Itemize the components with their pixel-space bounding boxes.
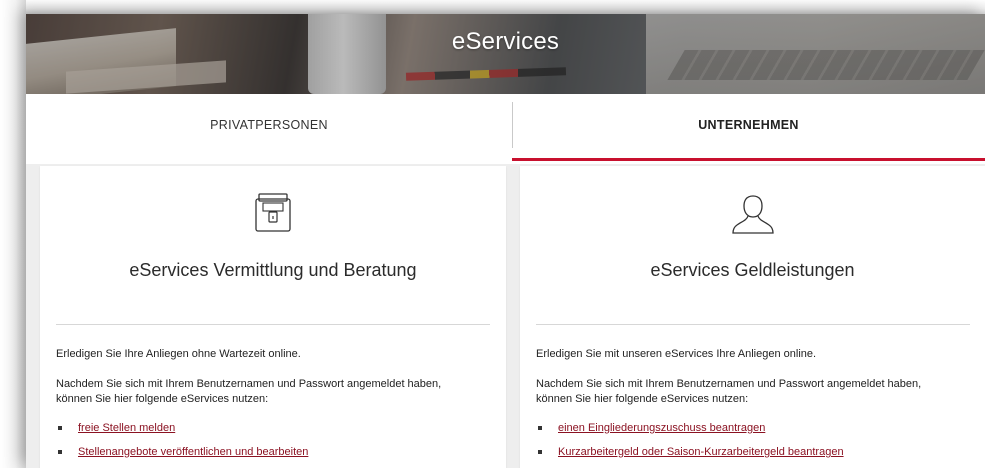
- link-stellenangebote-veroeffentlichen[interactable]: Stellenangebote veröffentlichen und bear…: [78, 446, 308, 458]
- list-item: freie Stellen melden: [56, 421, 308, 445]
- active-tab-indicator: [512, 158, 985, 161]
- screenshot-shadow-top: [0, 0, 985, 14]
- card-icon-container: [40, 192, 506, 240]
- bullet-icon: [538, 450, 542, 454]
- card-intro-text: Erledigen Sie Ihre Anliegen ohne Warteze…: [56, 348, 301, 360]
- page-title: eServices: [451, 28, 560, 55]
- bullet-icon: [58, 450, 62, 454]
- card-description-text: Nachdem Sie sich mit Ihrem Benutzernamen…: [536, 378, 922, 405]
- list-item: einen Eingliederungszuschuss beantragen: [536, 421, 844, 445]
- card-title: eServices Geldleistungen: [650, 260, 855, 280]
- card-divider: [536, 324, 970, 325]
- card-intro-text: Erledigen Sie mit unseren eServices Ihre…: [536, 348, 817, 360]
- user-icon: [731, 195, 774, 234]
- service-link-list: einen Eingliederungszuschuss beantragen …: [536, 421, 844, 468]
- card-description-text: Nachdem Sie sich mit Ihrem Benutzernamen…: [56, 378, 442, 405]
- service-card-geldleistungen: eServices Geldleistungen Erledigen Sie m…: [520, 166, 985, 468]
- bullet-icon: [538, 426, 542, 430]
- page-frame: eServices PRIVATPERSONEN UNTERNEHMEN eSe…: [26, 14, 985, 468]
- link-freie-stellen-melden[interactable]: freie Stellen melden: [78, 422, 175, 434]
- bullet-icon: [58, 426, 62, 430]
- card-title: eServices Vermittlung und Beratung: [129, 260, 417, 280]
- hero-banner: eServices: [26, 14, 985, 94]
- link-eingliederungszuschuss-beantragen[interactable]: einen Eingliederungszuschuss beantragen: [558, 422, 765, 434]
- briefcase-icon: [255, 193, 291, 232]
- service-card-vermittlung: eServices Vermittlung und Beratung Erled…: [40, 166, 506, 468]
- tab-unternehmen[interactable]: UNTERNEHMEN: [512, 94, 985, 162]
- service-link-list: freie Stellen melden Stellenangebote ver…: [56, 421, 308, 468]
- tab-privatpersonen[interactable]: PRIVATPERSONEN: [26, 94, 512, 162]
- list-item: Kurzarbeitergeld oder Saison-Kurzarbeite…: [536, 445, 844, 468]
- screenshot-shadow-left: [0, 0, 26, 468]
- card-icon-container: [520, 192, 985, 240]
- card-divider: [56, 324, 490, 325]
- list-item: Stellenangebote veröffentlichen und bear…: [56, 445, 308, 468]
- link-kurzarbeitergeld-beantragen[interactable]: Kurzarbeitergeld oder Saison-Kurzarbeite…: [558, 446, 844, 458]
- audience-tabs: PRIVATPERSONEN UNTERNEHMEN: [26, 94, 985, 164]
